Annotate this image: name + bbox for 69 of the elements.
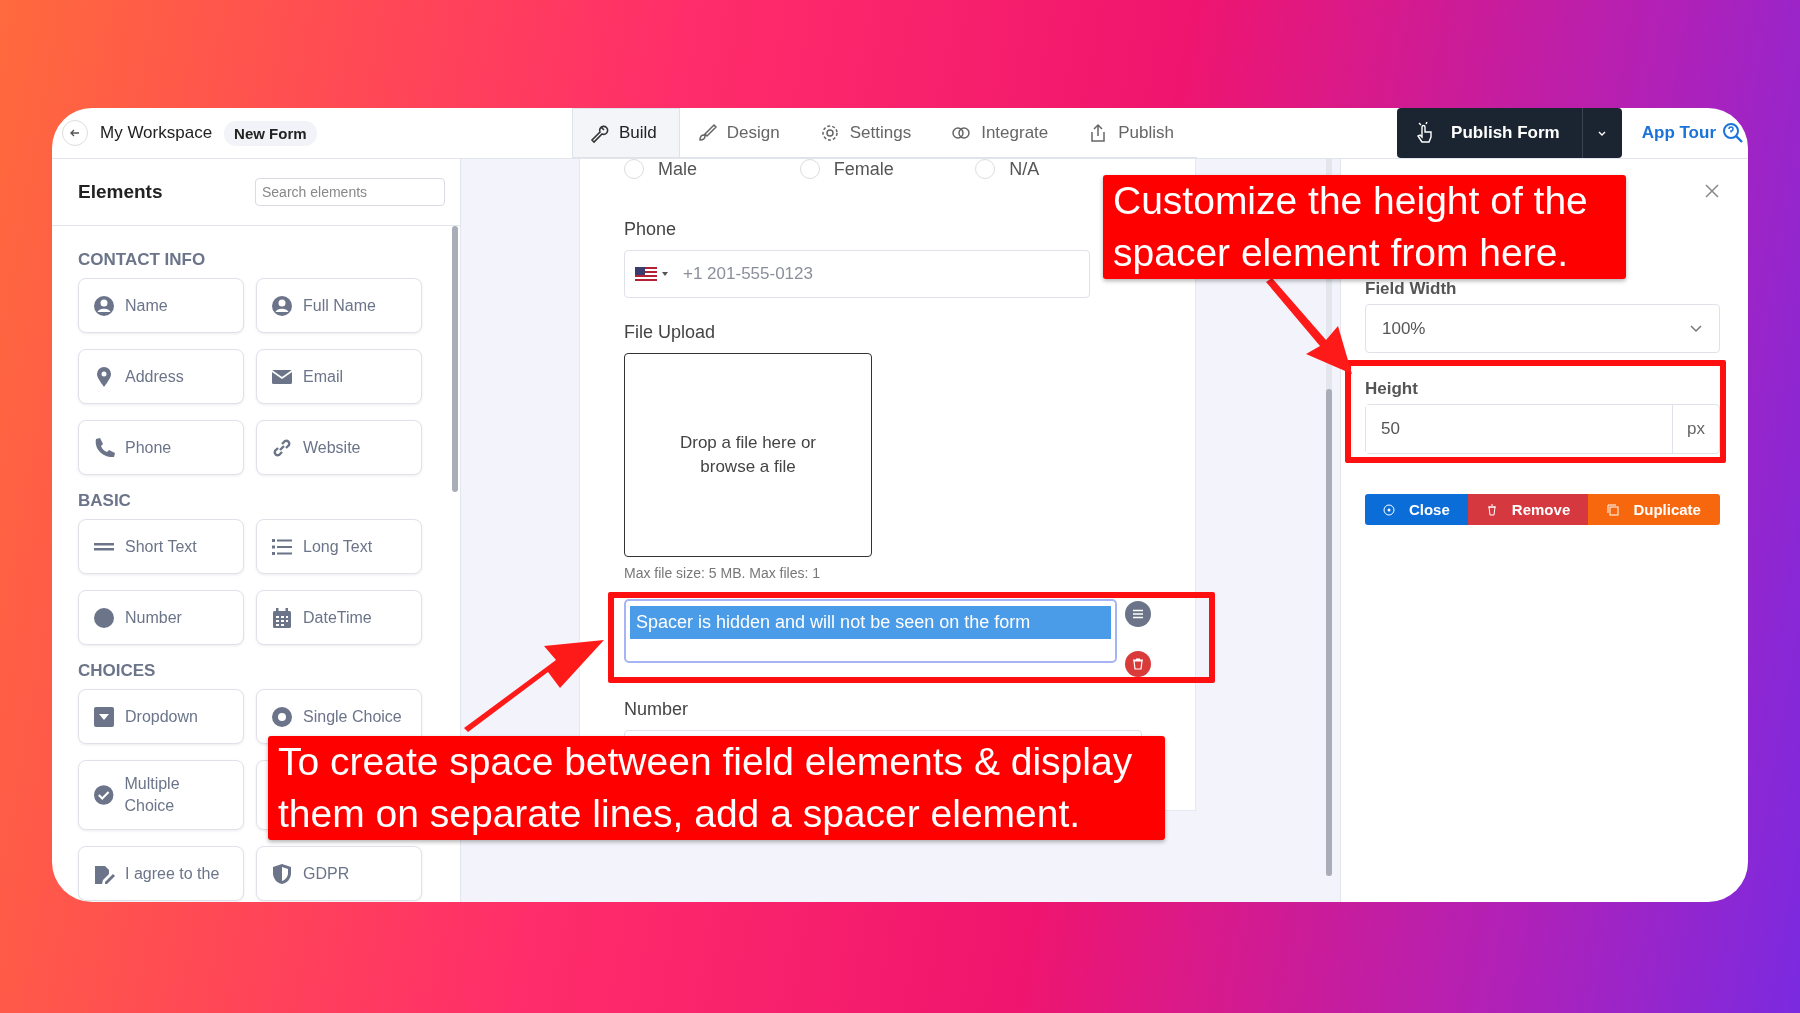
element-tile[interactable]: Long Text	[256, 519, 422, 574]
help-search-icon[interactable]	[1722, 122, 1744, 144]
form-name: New Form	[224, 120, 317, 146]
menu-icon[interactable]	[1125, 601, 1151, 627]
element-tile[interactable]: Multiple Choice	[78, 760, 244, 830]
element-tile[interactable]: Website	[256, 420, 422, 475]
element-tile[interactable]: Phone	[78, 420, 244, 475]
unit-label: px	[1686, 418, 1706, 440]
tab[interactable]: Integrate	[934, 108, 1072, 157]
element-tile[interactable]: GDPR	[256, 846, 422, 901]
phone-icon	[93, 436, 115, 459]
field-label: Field Width	[1365, 279, 1458, 299]
element-tile[interactable]: Address	[78, 349, 244, 404]
calendar-icon	[271, 606, 293, 629]
shield-icon	[271, 862, 293, 885]
publish-form-button[interactable]: Publish Form	[1397, 108, 1582, 158]
check-icon	[93, 784, 115, 806]
spacer-element[interactable]: Spacer is hidden and will not be seen on the form	[624, 599, 1117, 663]
link-icon	[271, 436, 293, 459]
close-button[interactable]: Close	[1365, 494, 1468, 525]
element-tile[interactable]: DateTime	[256, 590, 422, 645]
circle-icon	[93, 606, 115, 629]
element-tile[interactable]: Full Name	[256, 278, 422, 333]
height-input[interactable]: 50	[1366, 405, 1673, 453]
trash-icon	[1485, 503, 1498, 516]
radio-option[interactable]: Female	[799, 158, 976, 180]
close-icon[interactable]	[1704, 183, 1720, 199]
radio-icon	[271, 705, 293, 728]
field-label: Number	[624, 699, 690, 720]
width-select[interactable]: 100%	[1365, 304, 1720, 353]
annotation-tooltip: To create space between field elements & display them on separate lines, add a spacer element.	[268, 736, 1165, 840]
delete-icon[interactable]	[1125, 651, 1151, 677]
upload-hint: Max file size: 5 MB. Max files: 1	[624, 565, 822, 581]
spacer-message: Spacer is hidden and will not be seen on the form	[630, 606, 1111, 639]
element-tile[interactable]: Number	[78, 590, 244, 645]
app-tour-link[interactable]: App Tour	[1641, 123, 1716, 143]
field-label: File Upload	[624, 322, 717, 343]
user-icon	[271, 294, 293, 317]
field-label: Height	[1365, 379, 1419, 399]
tab[interactable]: Settings	[802, 108, 935, 157]
element-tile[interactable]: Name	[78, 278, 244, 333]
chevron-down-icon	[1689, 323, 1703, 334]
circle-dot-icon	[1382, 503, 1395, 516]
search-field[interactable]: Search elements	[255, 178, 445, 206]
element-tile[interactable]: Short Text	[78, 519, 244, 574]
element-tile[interactable]: I agree to the	[78, 846, 244, 901]
group-title: CHOICES	[78, 661, 157, 681]
flag-dropdown-icon[interactable]	[635, 267, 669, 281]
tab[interactable]: Design	[679, 108, 803, 157]
tab[interactable]: Build	[572, 108, 680, 157]
group-title: BASIC	[78, 491, 132, 511]
workspace-link[interactable]: My Workspace	[100, 123, 213, 143]
user-icon	[93, 294, 115, 317]
group-title: CONTACT INFO	[78, 250, 207, 270]
dropdown-icon	[93, 705, 115, 728]
panel-title: Elements	[78, 181, 163, 203]
tab[interactable]: Publish	[1071, 108, 1198, 157]
element-tile[interactable]: Dropdown	[78, 689, 244, 744]
remove-button[interactable]: Remove	[1467, 494, 1589, 525]
height-field[interactable]: 50 px	[1365, 404, 1720, 454]
scrollbar[interactable]	[452, 226, 458, 492]
copy-icon	[1607, 503, 1620, 516]
element-tile[interactable]: Email	[256, 349, 422, 404]
phone-field[interactable]: +1 201-555-0123	[624, 250, 1090, 298]
radio-option[interactable]: Male	[624, 158, 800, 180]
field-label: Phone	[624, 219, 678, 240]
annotation-tooltip: Customize the height of the spacer element from here.	[1103, 175, 1626, 279]
file-drop-zone[interactable]: Drop a file here or browse a file	[624, 353, 872, 557]
duplicate-button[interactable]: Duplicate	[1588, 494, 1720, 525]
